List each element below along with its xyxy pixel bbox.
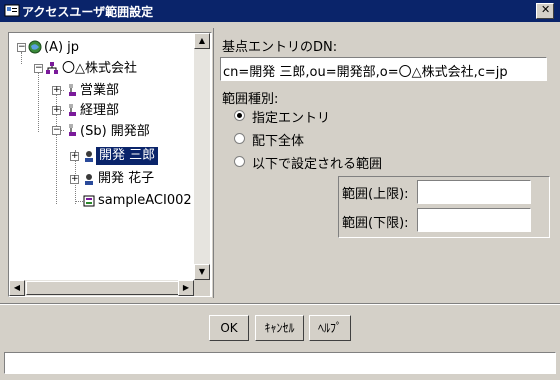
lower-limit-field[interactable] — [417, 208, 531, 232]
org-unit-icon — [69, 124, 76, 136]
window-title: アクセスユーザ範囲設定 — [22, 5, 154, 19]
acl-icon — [83, 195, 95, 207]
scroll-left-arrow-icon[interactable]: ◀ — [9, 280, 25, 296]
org-unit-icon — [69, 104, 76, 116]
upper-limit-field[interactable] — [417, 180, 531, 204]
tree-node-accounting[interactable]: 経理部 — [80, 102, 119, 120]
user-icon — [83, 150, 95, 162]
scope-option-subtree: 配下全体 — [252, 134, 305, 149]
ok-button[interactable]: OK — [209, 315, 249, 341]
tree-node-org[interactable]: 〇△株式会社 — [62, 60, 137, 78]
tree-expand-saburo[interactable]: + — [70, 152, 79, 161]
scope-option-custom: 以下で設定される範囲 — [252, 157, 383, 172]
user-icon — [85, 174, 93, 185]
scope-label: 範囲種別: — [222, 92, 279, 107]
dn-label: 基点エントリのDN: — [222, 40, 338, 55]
tree-node-saburo[interactable]: 開発 三郎 — [96, 147, 159, 165]
globe-icon — [28, 40, 42, 54]
close-button[interactable]: ✕ — [536, 3, 554, 19]
tree-node-acl[interactable]: sampleACI002 — [98, 192, 192, 210]
tree-node-hanako[interactable]: 開発 花子 — [98, 170, 154, 188]
scroll-up-arrow-icon[interactable]: ▲ — [194, 33, 210, 49]
status-bar — [4, 352, 556, 374]
tree-node-dev[interactable]: (Sb) 開発部 — [80, 123, 150, 141]
title-bar: アクセスユーザ範囲設定 ✕ — [0, 0, 560, 22]
tree-expand-sales[interactable]: + — [52, 86, 61, 95]
app-icon — [4, 4, 20, 17]
organization-icon — [46, 62, 58, 74]
tree-vertical-scrollbar[interactable] — [194, 33, 210, 280]
help-button[interactable]: ﾍﾙﾌﾟ — [309, 315, 351, 341]
tree-collapse-dev[interactable]: − — [52, 126, 61, 135]
cancel-button[interactable]: ｷｬﾝｾﾙ — [255, 315, 304, 341]
tree-node-root[interactable]: (A) jp — [44, 39, 79, 57]
scroll-right-arrow-icon[interactable]: ▶ — [178, 280, 194, 296]
tree-expand-accounting[interactable]: + — [52, 106, 61, 115]
close-icon: ✕ — [541, 3, 551, 16]
tree-collapse-org[interactable]: − — [34, 64, 43, 73]
tree-collapse-root[interactable]: − — [17, 43, 26, 52]
lower-limit-label: 範囲(下限): — [342, 216, 409, 231]
upper-limit-label: 範囲(上限): — [342, 187, 409, 202]
org-unit-icon — [69, 84, 76, 96]
tree-expand-hanako[interactable]: + — [70, 175, 79, 184]
dn-field[interactable]: cn=開発 三郎,ou=開発部,o=〇△株式会社,c=jp — [220, 57, 547, 81]
scope-radio-subtree[interactable] — [234, 133, 245, 144]
tree-node-sales[interactable]: 営業部 — [80, 82, 119, 100]
scope-radio-entry[interactable] — [234, 110, 245, 121]
horizontal-scroll-thumb[interactable] — [26, 281, 186, 295]
scroll-down-arrow-icon[interactable]: ▼ — [194, 264, 210, 280]
scope-option-entry: 指定エントリ — [252, 111, 331, 126]
scope-radio-custom[interactable] — [234, 156, 245, 167]
